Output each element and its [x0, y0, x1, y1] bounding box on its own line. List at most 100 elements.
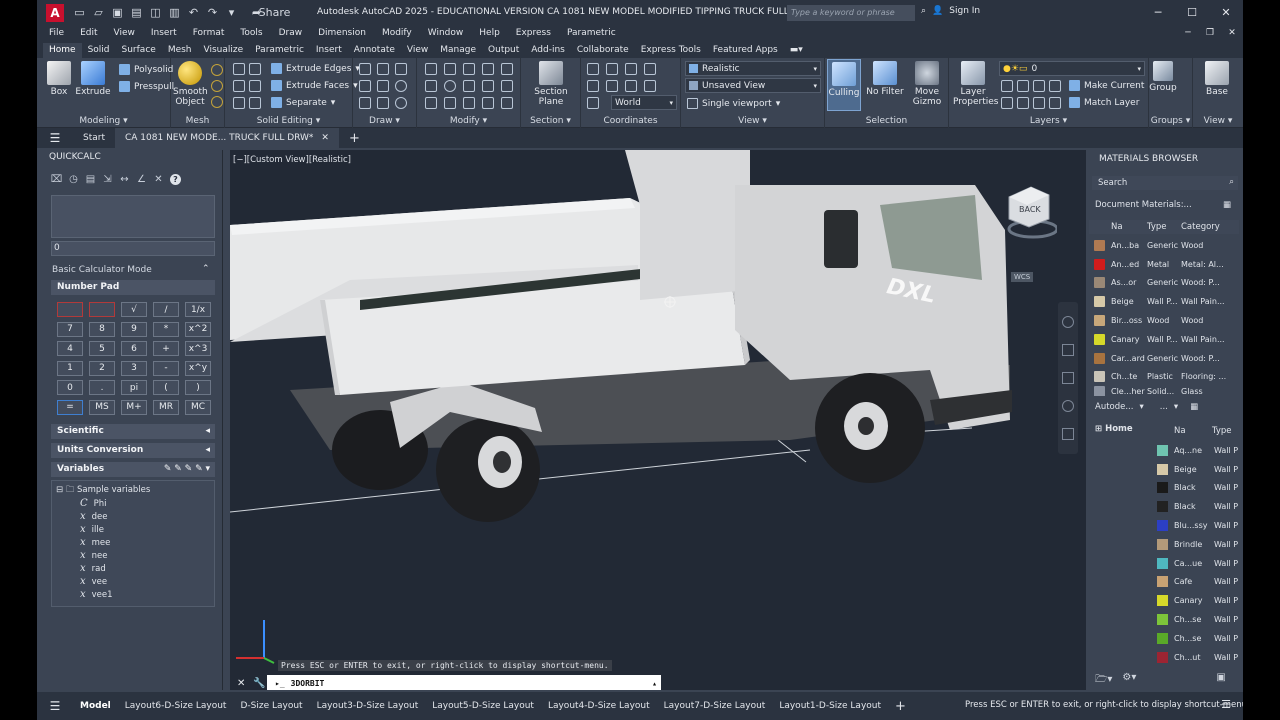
rectangle-icon[interactable]: [377, 97, 389, 109]
variable-item[interactable]: 𝑥 rad: [80, 562, 113, 575]
pad-mc-button[interactable]: MC: [185, 399, 211, 415]
menu-modify[interactable]: Modify: [382, 28, 412, 38]
help-search-input[interactable]: Type a keyword or phrase: [787, 5, 915, 21]
no-filter-button[interactable]: No Filter: [865, 61, 905, 97]
search-icon[interactable]: ⌕: [921, 6, 926, 16]
tab-mesh[interactable]: Mesh: [162, 43, 198, 58]
viewcube[interactable]: BACK: [1005, 185, 1059, 239]
close-tab-icon[interactable]: ✕: [321, 133, 329, 143]
collapse-icon[interactable]: ⌃: [202, 264, 210, 274]
units-conversion-header[interactable]: Units Conversion ◂: [51, 443, 215, 458]
layer-tool-icon[interactable]: [1033, 80, 1045, 92]
stretch-icon[interactable]: [425, 80, 437, 92]
pad-mplus-button[interactable]: M+: [121, 399, 147, 415]
variable-item[interactable]: 𝑥 mee: [80, 536, 113, 549]
create-material-icon[interactable]: ⚙▾: [1122, 672, 1136, 689]
undo-icon[interactable]: ↶: [186, 5, 201, 20]
variables-header[interactable]: Variables ✎ ✎ ✎ ✎ ▾: [51, 462, 215, 477]
menu-tools[interactable]: Tools: [240, 28, 262, 38]
pad-power-button[interactable]: x^y: [185, 360, 211, 376]
hamburger-menu-icon[interactable]: ☰: [37, 699, 73, 713]
doc-close-icon[interactable]: ✕: [1221, 28, 1243, 38]
add-layout-icon[interactable]: +: [888, 699, 913, 714]
modeling-panel-title[interactable]: Modeling ▾: [37, 116, 170, 126]
line2-icon[interactable]: [377, 80, 389, 92]
rotate3d-icon[interactable]: [444, 63, 456, 75]
tab-view[interactable]: View: [401, 43, 434, 58]
sample-variables-node[interactable]: ⊟ 🗀 Sample variables: [56, 484, 150, 498]
redo-icon[interactable]: ↷: [205, 5, 220, 20]
tab-insert[interactable]: Insert: [310, 43, 348, 58]
scientific-header[interactable]: Scientific ◂: [51, 424, 215, 439]
smooth-object-button[interactable]: Smooth Object: [173, 61, 208, 107]
pad-open-paren-button[interactable]: (: [153, 380, 179, 395]
library-view-icon[interactable]: ▦: [1190, 402, 1198, 412]
column-header-category[interactable]: Category: [1181, 222, 1239, 232]
doc-minimize-icon[interactable]: ─: [1177, 28, 1199, 38]
command-input[interactable]: ▸_ 3DORBIT ▴: [267, 675, 661, 690]
extrude-button[interactable]: Extrude: [73, 61, 113, 97]
pad-ms-button[interactable]: MS: [89, 399, 115, 415]
section-plane-button[interactable]: Section Plane: [531, 61, 571, 107]
menu-parametric[interactable]: Parametric: [567, 28, 616, 38]
variable-item[interactable]: 𝑥 vee1: [80, 588, 113, 601]
column-header-type[interactable]: Type: [1147, 222, 1181, 232]
mesh-panel-title[interactable]: Mesh: [171, 116, 224, 126]
mesh-tool-icon[interactable]: [211, 96, 223, 108]
close-icon[interactable]: ✕: [237, 678, 245, 689]
signin-label[interactable]: Sign In: [949, 6, 980, 16]
erase-icon[interactable]: [425, 97, 437, 109]
get-coordinates-icon[interactable]: ⇲: [102, 174, 113, 185]
union-icon[interactable]: [233, 63, 245, 75]
hamburger-menu-icon[interactable]: ☰: [37, 131, 73, 145]
layer-tool-icon[interactable]: [1001, 80, 1013, 92]
layers-panel-title[interactable]: Layers ▾: [949, 116, 1148, 126]
pad-square-button[interactable]: x^2: [185, 321, 211, 337]
command-history-icon[interactable]: ▸_: [275, 679, 285, 688]
dropdown-arrow-icon[interactable]: ▾: [1174, 402, 1178, 412]
help-icon[interactable]: ?: [170, 174, 181, 185]
table-row[interactable]: An...ed Metal Metal: Al...: [1089, 255, 1239, 274]
save-icon[interactable]: ▣: [110, 5, 125, 20]
menu-format[interactable]: Format: [193, 28, 225, 38]
layer-tool-icon[interactable]: [1017, 80, 1029, 92]
presspull-button[interactable]: Presspull: [119, 81, 174, 92]
mesh-tool-icon[interactable]: [211, 64, 223, 76]
move-gizmo-button[interactable]: Move Gizmo: [907, 61, 947, 107]
group-button[interactable]: Group: [1149, 61, 1177, 93]
ucs-y-icon[interactable]: [644, 80, 656, 92]
layer-dropdown[interactable]: ●☀▭ 0 ▾: [999, 61, 1145, 76]
ribbon-toggle-icon[interactable]: ▬▾: [784, 43, 809, 58]
maximize-icon[interactable]: ☐: [1175, 0, 1209, 25]
pad-mr-button[interactable]: MR: [153, 399, 179, 415]
variables-tools-icon[interactable]: ✎ ✎ ✎ ✎ ▾: [164, 464, 210, 474]
new-icon[interactable]: ▭: [72, 5, 87, 20]
trim-icon[interactable]: [463, 80, 475, 92]
pad-5-button[interactable]: 5: [89, 341, 115, 356]
column-header-type[interactable]: Type: [1212, 426, 1242, 436]
table-row[interactable]: Beige Wall P... Wall Pain...: [1089, 292, 1239, 311]
print-icon[interactable]: ▥: [167, 5, 182, 20]
document-materials-filter[interactable]: Document Materials:... ▦: [1095, 200, 1231, 210]
polysolid-button[interactable]: Polysolid: [119, 64, 173, 75]
list-item[interactable]: Aq...ne Wall P: [1152, 441, 1243, 460]
fillet-edge-icon[interactable]: [249, 80, 261, 92]
tab-express-tools[interactable]: Express Tools: [635, 43, 707, 58]
list-item[interactable]: Canary Wall P: [1152, 591, 1243, 610]
material-editor-icon[interactable]: ▣: [1216, 672, 1225, 689]
scale-icon[interactable]: [482, 63, 494, 75]
layout-tab[interactable]: Layout1-D-Size Layout: [772, 701, 888, 711]
spline-icon[interactable]: [377, 63, 389, 75]
intersect-icon[interactable]: [249, 63, 261, 75]
culling-button[interactable]: Culling: [827, 59, 861, 111]
pad-9-button[interactable]: 9: [121, 321, 147, 337]
tab-featured-apps[interactable]: Featured Apps: [707, 43, 784, 58]
pad-divide-button[interactable]: /: [153, 302, 179, 317]
layer-tool-icon[interactable]: [1017, 97, 1029, 109]
zoom-icon[interactable]: [1062, 372, 1074, 384]
orbit-icon[interactable]: [1062, 400, 1074, 412]
arc-icon[interactable]: [395, 63, 407, 75]
layout-tab[interactable]: Layout5-D-Size Layout: [425, 701, 541, 711]
library-tree-home[interactable]: ⊞ Home: [1095, 424, 1133, 434]
showmotion-icon[interactable]: [1062, 428, 1074, 440]
